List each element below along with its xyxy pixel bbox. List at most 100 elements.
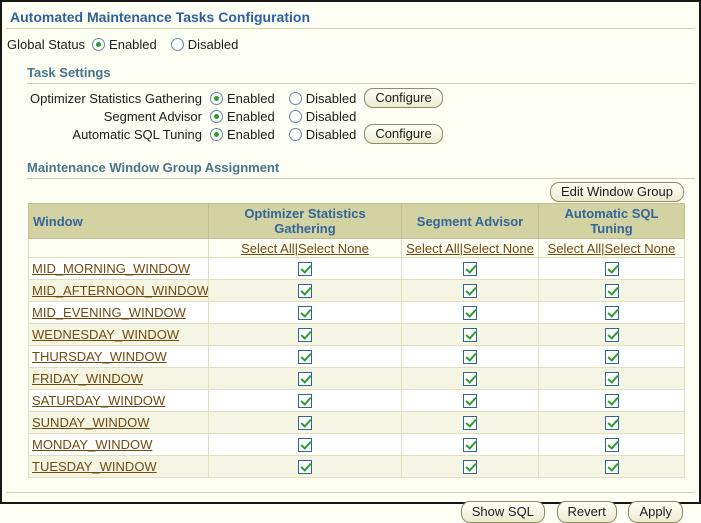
task-disabled-radio[interactable] [288, 109, 302, 123]
task-row-segment-advisor: Segment Advisor Enabled Disabled [2, 107, 699, 125]
checkbox-cell-automatic-sql-tuning [538, 301, 685, 324]
checkbox-optimizer-statistics-gathering[interactable] [298, 372, 312, 387]
checkbox-optimizer-statistics-gathering[interactable] [298, 350, 312, 365]
table-row: SATURDAY_WINDOW [28, 389, 685, 412]
checkbox-automatic-sql-tuning[interactable] [604, 306, 619, 321]
checkbox-automatic-sql-tuning[interactable] [604, 284, 619, 299]
checkbox-cell-automatic-sql-tuning [538, 257, 685, 280]
task-settings-divider [27, 83, 695, 84]
window-link[interactable]: FRIDAY_WINDOW [32, 371, 143, 386]
task-disabled-radio[interactable] [288, 127, 302, 141]
checkbox-cell-segment-advisor [401, 411, 539, 434]
automated-maintenance-tasks-page: { "page": { "title": "Automated Maintena… [0, 0, 701, 523]
checkbox-automatic-sql-tuning[interactable] [604, 328, 619, 343]
checkbox-cell-optimizer-statistics-gathering [208, 367, 402, 390]
window-name-cell: MID_AFTERNOON_WINDOW [28, 279, 209, 302]
table-row: THURSDAY_WINDOW [28, 345, 685, 368]
select-all-link[interactable]: Select All [241, 241, 294, 256]
checkbox-cell-optimizer-statistics-gathering [208, 257, 402, 280]
global-status-disabled-radio[interactable] [170, 38, 184, 51]
revert-button[interactable]: Revert [556, 501, 617, 523]
checkbox-optimizer-statistics-gathering[interactable] [298, 416, 312, 431]
window-group-divider [27, 178, 695, 179]
task-enabled-radio[interactable] [210, 109, 223, 123]
column-header-automatic-sql-tuning: Automatic SQL Tuning [538, 203, 685, 239]
task-disabled-label: Disabled [305, 126, 357, 142]
global-status-enabled-radio[interactable] [92, 38, 106, 51]
checkbox-optimizer-statistics-gathering[interactable] [298, 262, 312, 277]
window-link[interactable]: TUESDAY_WINDOW [32, 459, 157, 474]
page-title: Automated Maintenance Tasks Configuratio… [10, 9, 310, 25]
checkbox-cell-optimizer-statistics-gathering [208, 345, 402, 368]
task-settings-heading: Task Settings [27, 65, 111, 80]
window-table-body: MID_MORNING_WINDOW MID_AFTERNOON_WINDOW … [28, 257, 685, 478]
apply-button[interactable]: Apply [628, 501, 683, 523]
window-name-cell: MID_MORNING_WINDOW [28, 257, 209, 280]
checkbox-optimizer-statistics-gathering[interactable] [298, 460, 312, 475]
checkbox-optimizer-statistics-gathering[interactable] [298, 438, 312, 453]
checkbox-optimizer-statistics-gathering[interactable] [298, 394, 312, 409]
checkbox-cell-segment-advisor [401, 389, 539, 412]
configure-button-automatic-sql-tuning[interactable]: Configure [364, 124, 443, 144]
checkbox-cell-optimizer-statistics-gathering [208, 323, 402, 346]
window-link[interactable]: SATURDAY_WINDOW [32, 393, 165, 408]
select-none-link[interactable]: Select None [605, 241, 676, 256]
window-link[interactable]: WEDNESDAY_WINDOW [32, 327, 179, 342]
window-name-cell: SATURDAY_WINDOW [28, 389, 209, 412]
checkbox-automatic-sql-tuning[interactable] [604, 350, 619, 365]
select-cell-optimizer-statistics-gathering: Select All|Select None [208, 238, 402, 258]
checkbox-segment-advisor[interactable] [463, 284, 477, 299]
checkbox-optimizer-statistics-gathering[interactable] [298, 328, 312, 343]
checkbox-automatic-sql-tuning[interactable] [604, 372, 619, 387]
checkbox-cell-optimizer-statistics-gathering [208, 301, 402, 324]
select-cell-segment-advisor: Select All|Select None [401, 238, 539, 258]
window-link[interactable]: MID_AFTERNOON_WINDOW [32, 283, 208, 298]
task-label: Automatic SQL Tuning [72, 126, 202, 142]
window-name-cell: THURSDAY_WINDOW [28, 345, 209, 368]
task-enabled-label: Enabled [227, 126, 275, 142]
checkbox-segment-advisor[interactable] [463, 262, 477, 277]
checkbox-segment-advisor[interactable] [463, 438, 477, 453]
checkbox-optimizer-statistics-gathering[interactable] [298, 284, 312, 299]
task-disabled-radio[interactable] [288, 91, 302, 105]
select-none-link[interactable]: Select None [463, 241, 534, 256]
window-assignment-table: Window Optimizer Statistics Gathering Se… [28, 203, 685, 478]
checkbox-automatic-sql-tuning[interactable] [604, 394, 619, 409]
checkbox-segment-advisor[interactable] [463, 372, 477, 387]
window-link[interactable]: MID_EVENING_WINDOW [32, 305, 186, 320]
select-all-link[interactable]: Select All [548, 241, 601, 256]
checkbox-automatic-sql-tuning[interactable] [604, 438, 619, 453]
select-none-link[interactable]: Select None [298, 241, 369, 256]
task-enabled-radio[interactable] [210, 91, 223, 105]
checkbox-automatic-sql-tuning[interactable] [604, 460, 619, 475]
window-link[interactable]: SUNDAY_WINDOW [32, 415, 149, 430]
empty-cell [28, 238, 209, 258]
title-divider [6, 28, 695, 29]
table-header-row: Window Optimizer Statistics Gathering Se… [28, 203, 685, 239]
show-sql-button[interactable]: Show SQL [460, 501, 545, 523]
task-disabled-label: Disabled [305, 90, 357, 106]
window-link[interactable]: MONDAY_WINDOW [32, 437, 152, 452]
checkbox-segment-advisor[interactable] [463, 394, 477, 409]
window-name-cell: MONDAY_WINDOW [28, 433, 209, 456]
checkbox-automatic-sql-tuning[interactable] [604, 262, 619, 277]
checkbox-segment-advisor[interactable] [463, 460, 477, 475]
table-row: FRIDAY_WINDOW [28, 367, 685, 390]
edit-window-group-button[interactable]: Edit Window Group [550, 182, 684, 202]
checkbox-cell-automatic-sql-tuning [538, 389, 685, 412]
window-link[interactable]: THURSDAY_WINDOW [32, 349, 167, 364]
select-all-link[interactable]: Select All [406, 241, 459, 256]
checkbox-segment-advisor[interactable] [463, 306, 477, 321]
window-link[interactable]: MID_MORNING_WINDOW [32, 261, 190, 276]
checkbox-segment-advisor[interactable] [463, 416, 477, 431]
table-row: SUNDAY_WINDOW [28, 411, 685, 434]
task-enabled-radio[interactable] [210, 127, 223, 141]
select-cell-automatic-sql-tuning: Select All|Select None [538, 238, 685, 258]
configure-button-optimizer-statistics-gathering[interactable]: Configure [364, 88, 443, 108]
checkbox-segment-advisor[interactable] [463, 328, 477, 343]
checkbox-cell-optimizer-statistics-gathering [208, 455, 402, 478]
checkbox-automatic-sql-tuning[interactable] [604, 416, 619, 431]
checkbox-optimizer-statistics-gathering[interactable] [298, 306, 312, 321]
footer-buttons-row: Show SQL Revert Apply [2, 501, 683, 523]
checkbox-segment-advisor[interactable] [463, 350, 477, 365]
